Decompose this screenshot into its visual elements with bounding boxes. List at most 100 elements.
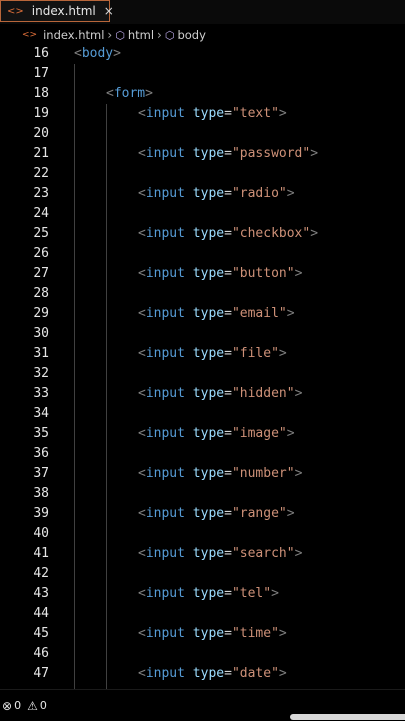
code-token: type xyxy=(192,106,225,121)
code-token: = xyxy=(224,666,232,681)
line-number: 34 xyxy=(33,406,49,421)
code-token: = xyxy=(224,186,232,201)
code-token: < xyxy=(138,466,146,481)
code-text: <input type="search"> xyxy=(138,544,302,564)
code-token: "image" xyxy=(231,426,287,441)
code-line[interactable]: 33 <input type="hidden"> xyxy=(0,384,405,404)
code-text: <input type="image"> xyxy=(138,424,295,444)
code-line[interactable]: 35 <input type="image"> xyxy=(0,424,405,444)
line-number: 42 xyxy=(33,566,49,581)
code-token: "email" xyxy=(231,306,287,321)
code-line[interactable]: 16 <body> xyxy=(0,44,405,64)
code-line[interactable]: 43 <input type="tel"> xyxy=(0,584,405,604)
breadcrumb: <> index.html › ⬡ html › ⬡ body xyxy=(0,26,405,44)
code-line[interactable]: 28 xyxy=(0,284,405,304)
code-line[interactable]: 42 xyxy=(0,564,405,584)
code-line[interactable]: 27 <input type="button"> xyxy=(0,264,405,284)
code-token: input xyxy=(145,426,185,441)
code-token: < xyxy=(138,666,146,681)
warning-count[interactable]: 0 xyxy=(40,699,47,712)
code-token: < xyxy=(138,226,146,241)
home-indicator xyxy=(290,714,405,720)
code-text: <input type="range"> xyxy=(138,504,295,524)
code-token: input xyxy=(145,226,185,241)
code-token: < xyxy=(138,586,146,601)
code-token: = xyxy=(224,426,232,441)
code-token: "password" xyxy=(231,146,311,161)
code-line[interactable]: 40 xyxy=(0,524,405,544)
code-line[interactable]: 29 <input type="email"> xyxy=(0,304,405,324)
code-line[interactable]: 34 xyxy=(0,404,405,424)
code-line[interactable]: 25 <input type="checkbox"> xyxy=(0,224,405,244)
error-count[interactable]: 0 xyxy=(14,699,21,712)
code-line[interactable]: 32 xyxy=(0,364,405,384)
code-token: = xyxy=(224,506,232,521)
code-line[interactable]: 30 xyxy=(0,324,405,344)
tab-index-html[interactable]: <> index.html × xyxy=(0,0,114,22)
code-line[interactable]: 44 xyxy=(0,604,405,624)
code-token: form xyxy=(113,86,146,101)
code-token: body xyxy=(81,46,114,61)
line-number: 37 xyxy=(33,466,49,481)
code-line[interactable]: 21 <input type="password"> xyxy=(0,144,405,164)
code-line[interactable]: 41 <input type="search"> xyxy=(0,544,405,564)
code-token: < xyxy=(138,186,146,201)
code-line[interactable]: 22 xyxy=(0,164,405,184)
code-line[interactable]: 37 <input type="number"> xyxy=(0,464,405,484)
code-text: <input type="email"> xyxy=(138,304,295,324)
code-line[interactable]: 17 xyxy=(0,64,405,84)
code-line[interactable]: 20 xyxy=(0,124,405,144)
code-token: "date" xyxy=(231,666,279,681)
code-line[interactable]: 23 <input type="radio"> xyxy=(0,184,405,204)
code-token: type xyxy=(192,666,225,681)
code-line[interactable]: 24 xyxy=(0,204,405,224)
code-token: type xyxy=(192,146,225,161)
code-token: = xyxy=(224,586,232,601)
line-number: 38 xyxy=(33,486,49,501)
code-line[interactable]: 45 <input type="time"> xyxy=(0,624,405,644)
code-line[interactable]: 26 xyxy=(0,244,405,264)
code-token: < xyxy=(138,546,146,561)
line-number: 24 xyxy=(33,206,49,221)
code-line[interactable]: 31 <input type="file"> xyxy=(0,344,405,364)
warning-icon[interactable]: ⚠ xyxy=(27,699,38,713)
code-line[interactable]: 19 <input type="text"> xyxy=(0,104,405,124)
breadcrumb-item-html[interactable]: html xyxy=(128,28,154,42)
error-icon[interactable]: ⊗ xyxy=(2,699,12,713)
breadcrumb-file[interactable]: index.html xyxy=(43,28,104,42)
code-token: > xyxy=(294,466,303,481)
code-token: input xyxy=(145,466,185,481)
code-line[interactable]: 36 xyxy=(0,444,405,464)
tab-label: index.html xyxy=(31,4,96,18)
code-line[interactable]: 47 <input type="date"> xyxy=(0,664,405,684)
code-text: <input type="time"> xyxy=(138,624,287,644)
code-editor[interactable]: 16 <body> 17 18 <form> 19 <input type="text"> 2… xyxy=(0,44,405,689)
code-token: = xyxy=(224,546,232,561)
code-line[interactable]: 18 <form> xyxy=(0,84,405,104)
code-token: type xyxy=(192,586,225,601)
code-text: <input type="tel"> xyxy=(138,584,279,604)
code-token: input xyxy=(145,386,185,401)
symbol-element-icon: ⬡ xyxy=(164,28,175,42)
line-number: 19 xyxy=(33,106,49,121)
line-number: 28 xyxy=(33,286,49,301)
code-text: <input type="checkbox"> xyxy=(138,224,318,244)
code-token: < xyxy=(138,266,146,281)
close-icon[interactable]: × xyxy=(104,4,114,18)
code-token: input xyxy=(145,586,185,601)
code-token: input xyxy=(145,666,185,681)
code-line[interactable]: 39 <input type="range"> xyxy=(0,504,405,524)
line-number: 33 xyxy=(33,386,49,401)
code-line[interactable]: 38 xyxy=(0,484,405,504)
code-token: < xyxy=(138,306,146,321)
code-token: > xyxy=(286,306,295,321)
code-token: = xyxy=(224,226,232,241)
code-line[interactable]: 46 xyxy=(0,644,405,664)
breadcrumb-item-body[interactable]: body xyxy=(177,28,205,42)
code-text: <form> xyxy=(106,84,153,104)
line-number: 17 xyxy=(33,66,49,81)
